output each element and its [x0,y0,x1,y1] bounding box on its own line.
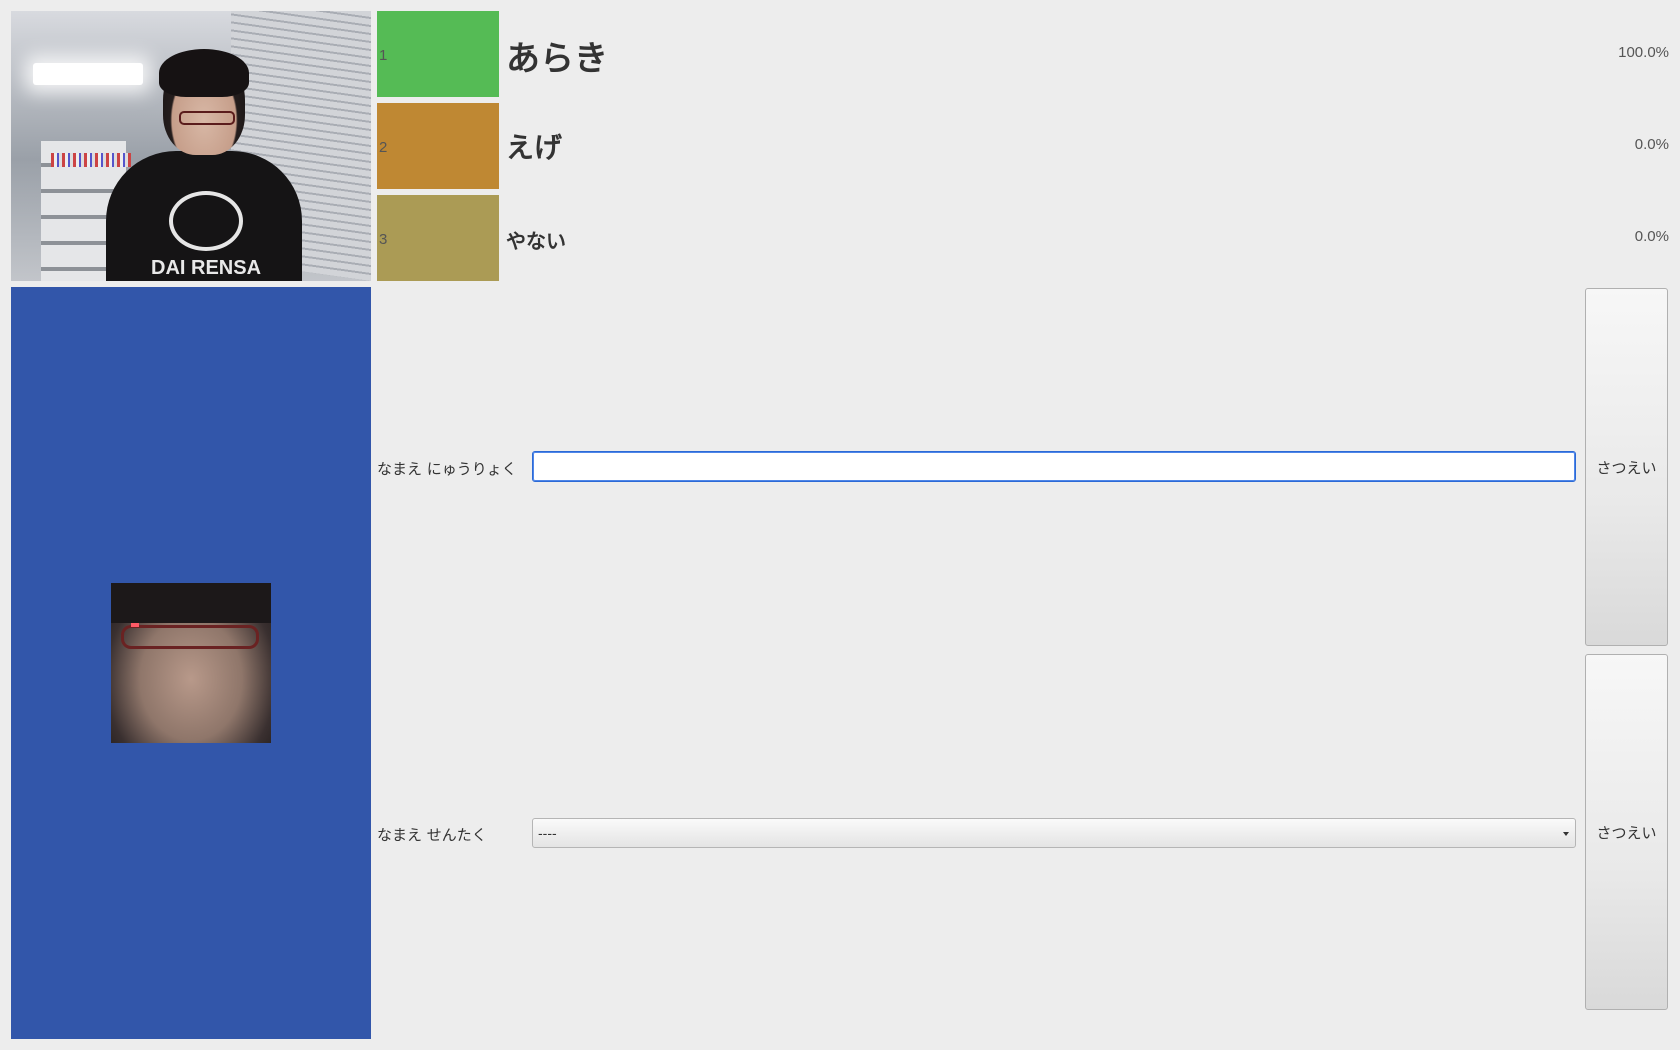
face-preview-panel [11,287,371,1039]
rank-name: やない [506,229,566,253]
camera-person [179,111,235,125]
rank-color-swatch [377,103,499,189]
capture-button-select[interactable]: さつえい [1585,654,1668,1010]
rank-percent: 100.0% [1618,44,1669,61]
hoodie-logo-icon [169,191,243,251]
rank-number: 1 [379,47,388,64]
face-crop-glasses [121,625,259,649]
capture-button-input[interactable]: さつえい [1585,288,1668,646]
rank-percent: 0.0% [1634,228,1669,245]
camera-background [51,153,131,167]
name-select-value: ---- [538,825,557,841]
name-input-label: なまえ にゅうりょく [377,460,517,478]
face-crop-glint [131,623,139,627]
face-crop-hair [111,583,271,623]
chevron-down-icon [1563,832,1569,836]
ranking-row: 1 あらき 100.0% [377,11,1669,97]
name-select[interactable]: ---- [532,818,1576,848]
ranking-row: 3 やない 0.0% [377,195,1669,281]
rank-name: えげ [506,131,563,164]
rank-name: あらき [506,39,608,79]
rank-color-swatch [377,11,499,97]
camera-person [159,49,249,97]
rank-number: 2 [379,139,388,156]
face-crop-image [111,583,271,743]
camera-feed: DAI RENSA [11,11,371,281]
rank-percent: 0.0% [1634,136,1669,153]
name-input[interactable] [532,451,1576,482]
name-select-label: なまえ せんたく [377,826,487,844]
hoodie-text: DAI RENSA [151,257,262,279]
ranking-row: 2 えげ 0.0% [377,103,1669,189]
camera-background [33,63,143,85]
rank-number: 3 [379,231,388,248]
rank-color-swatch [377,195,499,281]
